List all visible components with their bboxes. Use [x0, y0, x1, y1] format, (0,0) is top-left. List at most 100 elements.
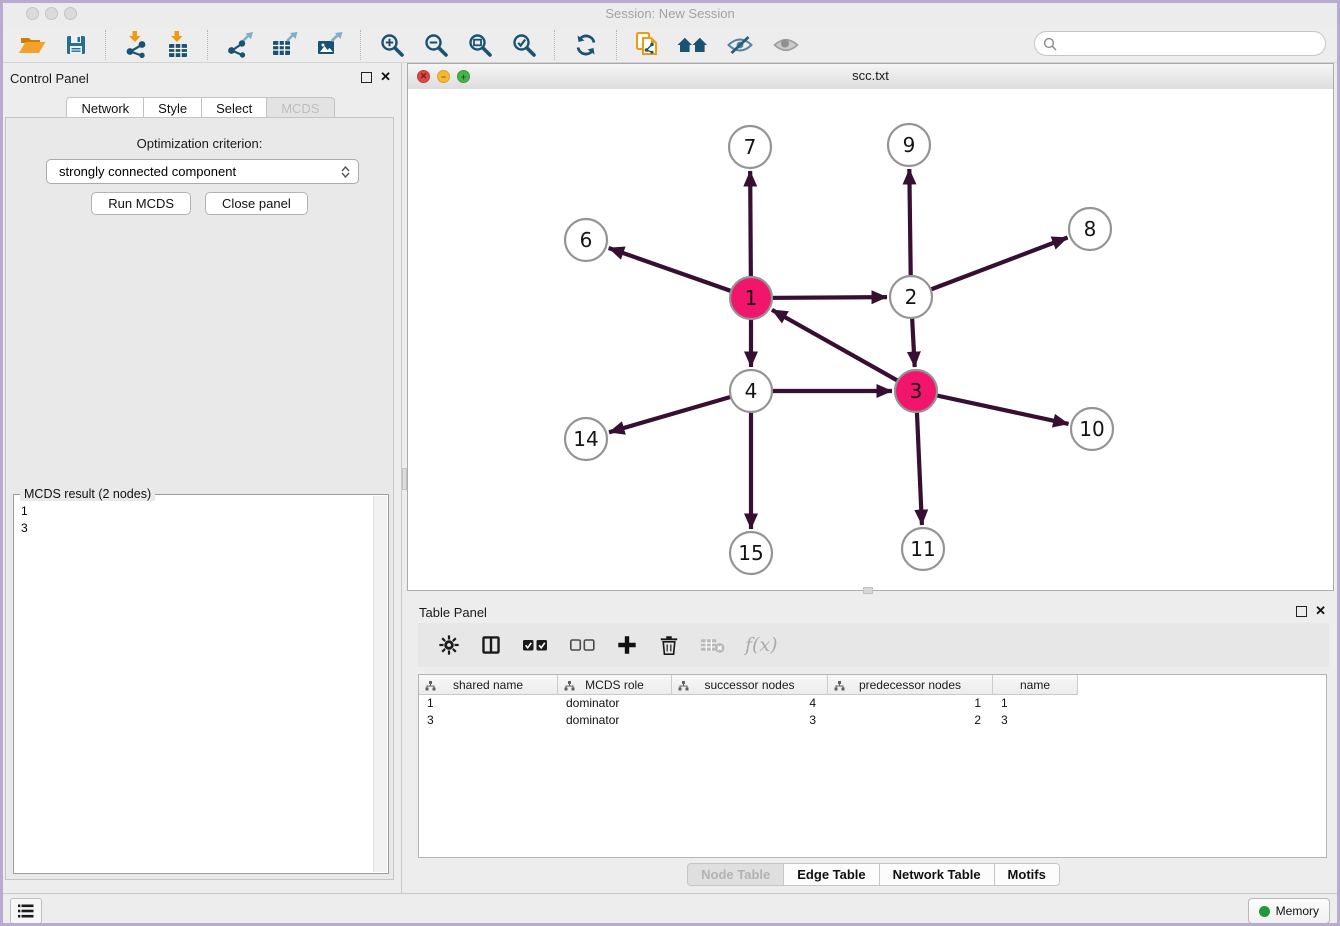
search-input[interactable]	[1062, 35, 1317, 52]
table-settings-icon[interactable]	[430, 627, 468, 663]
memory-button[interactable]: Memory	[1248, 898, 1330, 924]
column-label: MCDS role	[585, 678, 644, 692]
graph-node-1[interactable]: 1	[730, 277, 772, 319]
column-header-predecessor-nodes[interactable]: predecessor nodes	[828, 675, 993, 695]
graph-edge-2-8[interactable]	[911, 238, 1068, 297]
network-window-title: scc.txt	[408, 64, 1333, 88]
svg-text:3: 3	[910, 379, 923, 403]
refresh-icon[interactable]	[564, 29, 608, 61]
criterion-dropdown[interactable]: strongly connected component	[46, 159, 359, 184]
graph-node-9[interactable]: 9	[888, 124, 930, 166]
result-scrollbar[interactable]	[373, 496, 387, 872]
close-panel-button[interactable]: Close panel	[205, 192, 308, 215]
table-toolbar: f(x)	[418, 623, 1329, 667]
zoom-selected-icon[interactable]	[502, 29, 546, 61]
tab-network-table[interactable]: Network Table	[880, 863, 995, 886]
hide-panel-icon[interactable]	[717, 29, 763, 61]
tab-node-table[interactable]: Node Table	[687, 863, 784, 886]
tab-motifs[interactable]: Motifs	[995, 863, 1060, 886]
delete-column-icon[interactable]	[650, 627, 688, 663]
graph-node-8[interactable]: 8	[1069, 208, 1111, 250]
table-cell[interactable]: 1	[828, 695, 993, 712]
criterion-value: strongly connected component	[59, 164, 341, 179]
save-session-icon[interactable]	[55, 29, 97, 61]
column-header-MCDS-role[interactable]: MCDS role	[558, 675, 672, 695]
close-panel-icon[interactable]: ✕	[1315, 605, 1326, 617]
table-cell[interactable]: 3	[993, 712, 1078, 729]
svg-text:6: 6	[580, 228, 593, 252]
graph-node-7[interactable]: 7	[729, 126, 771, 168]
show-eye-icon[interactable]	[763, 29, 809, 61]
dropdown-stepper-icon	[341, 166, 350, 178]
import-network-icon[interactable]	[115, 29, 157, 61]
table-cell[interactable]: 2	[828, 712, 993, 729]
show-columns-icon[interactable]	[472, 627, 510, 663]
panel-toggle-button[interactable]	[10, 898, 42, 924]
select-all-icon[interactable]	[514, 627, 557, 663]
table-row[interactable]: 1dominator411	[419, 695, 1326, 712]
column-header-shared-name[interactable]: shared name	[419, 675, 558, 695]
table-cell[interactable]: 3	[419, 712, 558, 729]
export-network-icon[interactable]	[217, 29, 262, 61]
column-header-successor-nodes[interactable]: successor nodes	[672, 675, 828, 695]
close-panel-icon[interactable]: ✕	[380, 71, 391, 83]
graph-node-15[interactable]: 15	[730, 532, 772, 574]
graph-node-3[interactable]: 3	[895, 370, 937, 412]
table-cell[interactable]: 3	[672, 712, 828, 729]
table-row[interactable]: 3dominator323	[419, 712, 1326, 729]
mcds-pane: Optimization criterion: strongly connect…	[5, 117, 394, 880]
export-table-icon[interactable]	[262, 29, 307, 61]
add-column-icon[interactable]	[608, 627, 646, 663]
svg-text:11: 11	[910, 537, 935, 561]
clone-network-icon[interactable]	[626, 29, 668, 61]
node-table: shared name MCDS role successor nodes prede…	[418, 674, 1327, 858]
table-cell[interactable]: dominator	[558, 712, 672, 729]
table-cell[interactable]: 4	[672, 695, 828, 712]
optimization-criterion-label: Optimization criterion:	[6, 136, 393, 151]
toolbar-separator	[105, 30, 107, 60]
graph-node-14[interactable]: 14	[565, 418, 607, 460]
float-panel-icon[interactable]	[1296, 606, 1307, 617]
svg-text:7: 7	[744, 135, 757, 159]
splitter-handle[interactable]	[863, 587, 873, 594]
network-overview-icon[interactable]	[668, 29, 717, 61]
graph-node-11[interactable]: 11	[902, 528, 944, 570]
graph-node-4[interactable]: 4	[730, 370, 772, 412]
tab-edge-table[interactable]: Edge Table	[784, 863, 879, 886]
application-window: Session: New Session Control Panel ✕ Net…	[0, 0, 1340, 926]
run-mcds-button[interactable]: Run MCDS	[91, 192, 191, 215]
graph-node-6[interactable]: 6	[565, 219, 607, 261]
table-cell[interactable]: 1	[993, 695, 1078, 712]
unselect-all-icon[interactable]	[561, 627, 604, 663]
svg-text:9: 9	[903, 133, 916, 157]
search-icon	[1043, 37, 1057, 51]
network-view-window: ✕ − + scc.txt 1234678910111415	[407, 63, 1334, 591]
table-cell[interactable]: 1	[419, 695, 558, 712]
graph-edge-3-1[interactable]	[772, 310, 916, 391]
graph-node-2[interactable]: 2	[890, 276, 932, 318]
graph-edge-1-6[interactable]	[609, 248, 751, 298]
graph-edge-3-10[interactable]	[916, 391, 1069, 424]
column-header-name[interactable]: name	[993, 675, 1078, 695]
zoom-in-icon[interactable]	[370, 29, 414, 61]
graph-edge-4-14[interactable]	[609, 391, 751, 432]
import-table-icon[interactable]	[157, 29, 199, 61]
function-builder-icon: f(x)	[737, 627, 786, 663]
network-canvas[interactable]: 1 2 3 4 6 7 8 9 10 11 14 15	[408, 89, 1333, 590]
float-panel-icon[interactable]	[361, 72, 372, 83]
mcds-result-title: MCDS result (2 nodes)	[20, 487, 155, 501]
column-label: predecessor nodes	[859, 678, 961, 692]
svg-text:14: 14	[573, 427, 598, 451]
memory-label: Memory	[1276, 904, 1319, 918]
export-image-icon[interactable]	[307, 29, 352, 61]
mcds-result-text[interactable]: 13	[15, 501, 374, 872]
table-panel-title: Table Panel	[419, 605, 487, 620]
result-line: 1	[21, 503, 368, 520]
table-cell[interactable]: dominator	[558, 695, 672, 712]
shared-column-icon	[834, 680, 845, 694]
zoom-fit-icon[interactable]	[458, 29, 502, 61]
search-box[interactable]	[1034, 31, 1326, 56]
zoom-out-icon[interactable]	[414, 29, 458, 61]
graph-node-10[interactable]: 10	[1071, 408, 1113, 450]
open-file-icon[interactable]	[10, 29, 55, 61]
